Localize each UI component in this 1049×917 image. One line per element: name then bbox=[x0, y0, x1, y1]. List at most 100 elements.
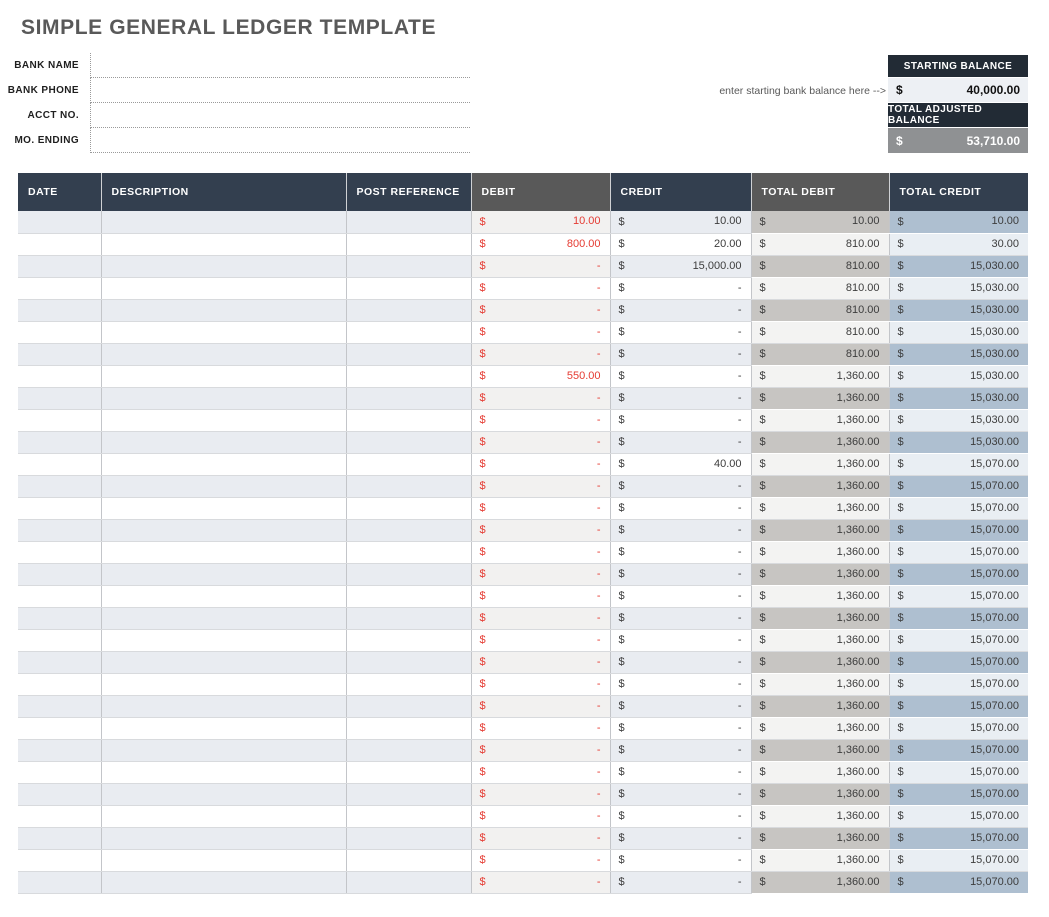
post-reference-cell[interactable] bbox=[346, 629, 471, 651]
date-cell[interactable] bbox=[18, 739, 101, 761]
date-cell[interactable] bbox=[18, 695, 101, 717]
debit-cell[interactable]: $- bbox=[471, 277, 610, 299]
post-reference-cell[interactable] bbox=[346, 783, 471, 805]
debit-cell[interactable]: $- bbox=[471, 651, 610, 673]
post-reference-cell[interactable] bbox=[346, 321, 471, 343]
total-debit-cell[interactable]: $1,360.00 bbox=[751, 805, 889, 827]
date-cell[interactable] bbox=[18, 255, 101, 277]
debit-cell[interactable]: $- bbox=[471, 321, 610, 343]
date-cell[interactable] bbox=[18, 783, 101, 805]
post-reference-cell[interactable] bbox=[346, 585, 471, 607]
total-credit-cell[interactable]: $15,030.00 bbox=[889, 365, 1028, 387]
post-reference-cell[interactable] bbox=[346, 255, 471, 277]
total-credit-cell[interactable]: $15,070.00 bbox=[889, 695, 1028, 717]
credit-cell[interactable]: $- bbox=[610, 849, 751, 871]
date-cell[interactable] bbox=[18, 497, 101, 519]
credit-cell[interactable]: $- bbox=[610, 673, 751, 695]
post-reference-cell[interactable] bbox=[346, 651, 471, 673]
total-debit-cell[interactable]: $1,360.00 bbox=[751, 365, 889, 387]
date-cell[interactable] bbox=[18, 673, 101, 695]
total-debit-cell[interactable]: $810.00 bbox=[751, 233, 889, 255]
total-debit-cell[interactable]: $1,360.00 bbox=[751, 497, 889, 519]
total-debit-cell[interactable]: $810.00 bbox=[751, 343, 889, 365]
description-cell[interactable] bbox=[101, 717, 346, 739]
debit-cell[interactable]: $- bbox=[471, 519, 610, 541]
post-reference-cell[interactable] bbox=[346, 409, 471, 431]
description-cell[interactable] bbox=[101, 277, 346, 299]
column-header-credit[interactable]: CREDIT bbox=[610, 173, 751, 211]
credit-cell[interactable]: $- bbox=[610, 651, 751, 673]
description-cell[interactable] bbox=[101, 453, 346, 475]
post-reference-cell[interactable] bbox=[346, 805, 471, 827]
debit-cell[interactable]: $- bbox=[471, 695, 610, 717]
date-cell[interactable] bbox=[18, 343, 101, 365]
description-cell[interactable] bbox=[101, 805, 346, 827]
post-reference-cell[interactable] bbox=[346, 849, 471, 871]
credit-cell[interactable]: $- bbox=[610, 871, 751, 893]
date-cell[interactable] bbox=[18, 629, 101, 651]
post-reference-cell[interactable] bbox=[346, 563, 471, 585]
total-credit-cell[interactable]: $15,070.00 bbox=[889, 871, 1028, 893]
date-cell[interactable] bbox=[18, 761, 101, 783]
date-cell[interactable] bbox=[18, 717, 101, 739]
total-debit-cell[interactable]: $1,360.00 bbox=[751, 695, 889, 717]
debit-cell[interactable]: $- bbox=[471, 739, 610, 761]
debit-cell[interactable]: $- bbox=[471, 585, 610, 607]
debit-cell[interactable]: $- bbox=[471, 453, 610, 475]
total-debit-cell[interactable]: $1,360.00 bbox=[751, 607, 889, 629]
total-debit-cell[interactable]: $810.00 bbox=[751, 321, 889, 343]
post-reference-cell[interactable] bbox=[346, 343, 471, 365]
total-credit-cell[interactable]: $15,070.00 bbox=[889, 761, 1028, 783]
description-cell[interactable] bbox=[101, 673, 346, 695]
credit-cell[interactable]: $- bbox=[610, 343, 751, 365]
total-credit-cell[interactable]: $15,030.00 bbox=[889, 431, 1028, 453]
total-credit-cell[interactable]: $15,070.00 bbox=[889, 563, 1028, 585]
date-cell[interactable] bbox=[18, 849, 101, 871]
debit-cell[interactable]: $- bbox=[471, 563, 610, 585]
column-header-post-reference[interactable]: POST REFERENCE bbox=[346, 173, 471, 211]
debit-cell[interactable]: $- bbox=[471, 871, 610, 893]
credit-cell[interactable]: $- bbox=[610, 585, 751, 607]
debit-cell[interactable]: $10.00 bbox=[471, 211, 610, 233]
debit-cell[interactable]: $- bbox=[471, 717, 610, 739]
description-cell[interactable] bbox=[101, 871, 346, 893]
debit-cell[interactable]: $- bbox=[471, 475, 610, 497]
total-debit-cell[interactable]: $1,360.00 bbox=[751, 519, 889, 541]
post-reference-cell[interactable] bbox=[346, 299, 471, 321]
post-reference-cell[interactable] bbox=[346, 233, 471, 255]
post-reference-cell[interactable] bbox=[346, 519, 471, 541]
description-cell[interactable] bbox=[101, 321, 346, 343]
total-debit-cell[interactable]: $1,360.00 bbox=[751, 871, 889, 893]
post-reference-cell[interactable] bbox=[346, 827, 471, 849]
total-debit-cell[interactable]: $10.00 bbox=[751, 211, 889, 233]
description-cell[interactable] bbox=[101, 409, 346, 431]
total-credit-cell[interactable]: $15,070.00 bbox=[889, 541, 1028, 563]
total-debit-cell[interactable]: $810.00 bbox=[751, 299, 889, 321]
total-credit-cell[interactable]: $15,070.00 bbox=[889, 849, 1028, 871]
total-debit-cell[interactable]: $1,360.00 bbox=[751, 673, 889, 695]
column-header-date[interactable]: DATE bbox=[18, 173, 101, 211]
debit-cell[interactable]: $- bbox=[471, 299, 610, 321]
description-cell[interactable] bbox=[101, 233, 346, 255]
debit-cell[interactable]: $- bbox=[471, 805, 610, 827]
description-cell[interactable] bbox=[101, 343, 346, 365]
credit-cell[interactable]: $- bbox=[610, 541, 751, 563]
total-debit-cell[interactable]: $1,360.00 bbox=[751, 717, 889, 739]
post-reference-cell[interactable] bbox=[346, 607, 471, 629]
credit-cell[interactable]: $- bbox=[610, 519, 751, 541]
date-cell[interactable] bbox=[18, 651, 101, 673]
description-cell[interactable] bbox=[101, 849, 346, 871]
date-cell[interactable] bbox=[18, 607, 101, 629]
description-cell[interactable] bbox=[101, 783, 346, 805]
total-debit-cell[interactable]: $1,360.00 bbox=[751, 849, 889, 871]
description-cell[interactable] bbox=[101, 607, 346, 629]
debit-cell[interactable]: $- bbox=[471, 761, 610, 783]
date-cell[interactable] bbox=[18, 277, 101, 299]
date-cell[interactable] bbox=[18, 871, 101, 893]
total-debit-cell[interactable]: $1,360.00 bbox=[751, 453, 889, 475]
total-debit-cell[interactable]: $1,360.00 bbox=[751, 739, 889, 761]
credit-cell[interactable]: $- bbox=[610, 805, 751, 827]
credit-cell[interactable]: $- bbox=[610, 783, 751, 805]
total-credit-cell[interactable]: $15,070.00 bbox=[889, 519, 1028, 541]
debit-cell[interactable]: $- bbox=[471, 343, 610, 365]
